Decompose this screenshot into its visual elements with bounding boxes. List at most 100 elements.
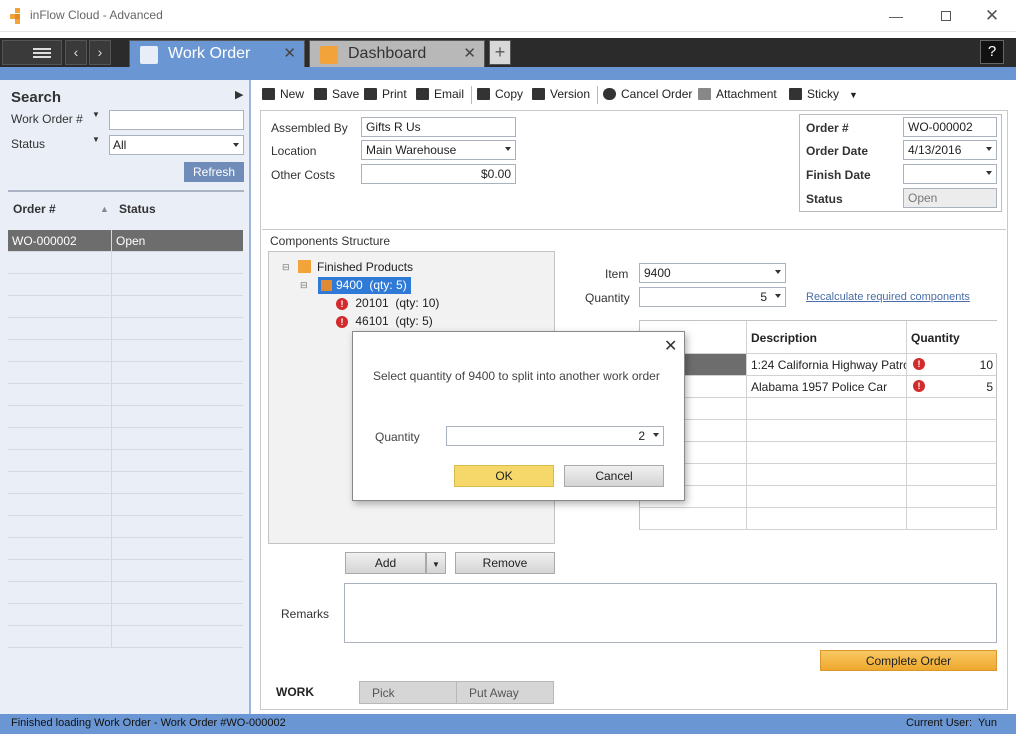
- tree-child[interactable]: ! 46101 (qty: 5): [336, 314, 433, 328]
- empty-cell: [8, 472, 112, 493]
- empty-table-row[interactable]: [640, 442, 997, 464]
- tree-item-selected[interactable]: 9400 (qty: 5): [318, 277, 411, 294]
- new-button[interactable]: New: [262, 87, 304, 101]
- complete-order-button[interactable]: Complete Order: [820, 650, 997, 671]
- item-label: Item: [605, 267, 629, 281]
- other-costs-field[interactable]: $0.00: [361, 164, 516, 184]
- empty-table-row[interactable]: [640, 398, 997, 420]
- forward-button[interactable]: ›: [89, 40, 111, 65]
- empty-table-row: [8, 362, 243, 384]
- version-button[interactable]: Version: [532, 87, 590, 101]
- assembled-by-label: Assembled By: [271, 121, 348, 135]
- table-row[interactable]: 1:24 California Highway Patrol! 10: [640, 354, 997, 376]
- empty-cell: [112, 626, 243, 647]
- inflow-logo-icon: [10, 8, 20, 24]
- error-icon: !: [336, 316, 348, 328]
- tab-put-away[interactable]: Put Away: [456, 681, 554, 704]
- collapse-arrow-icon[interactable]: ▶: [235, 88, 243, 101]
- ok-button[interactable]: OK: [454, 465, 554, 487]
- description-cell: [747, 486, 907, 507]
- order-date-picker[interactable]: 4/13/2016: [903, 140, 997, 160]
- cancel-order-button[interactable]: Cancel Order: [603, 87, 692, 101]
- tab-dashboard[interactable]: Dashboard ✕: [309, 40, 485, 67]
- tree-root[interactable]: Finished Products: [317, 260, 413, 274]
- chevron-down-icon: [505, 147, 511, 151]
- empty-table-row: [8, 560, 243, 582]
- chevron-down-icon: [775, 270, 781, 274]
- maximize-icon[interactable]: [936, 6, 956, 26]
- finish-date-picker[interactable]: [903, 164, 997, 184]
- add-button[interactable]: Add: [345, 552, 426, 574]
- empty-table-row[interactable]: [640, 464, 997, 486]
- empty-table-row[interactable]: [640, 486, 997, 508]
- refresh-button[interactable]: Refresh: [184, 162, 244, 182]
- empty-table-row: [8, 406, 243, 428]
- status-filter-select[interactable]: All: [109, 135, 244, 155]
- recalculate-link[interactable]: Recalculate required components: [806, 291, 970, 303]
- email-button[interactable]: Email: [416, 87, 464, 101]
- dialog-quantity-stepper[interactable]: 2: [446, 426, 664, 446]
- empty-cell: [112, 604, 243, 625]
- order-number-field[interactable]: WO-000002: [903, 117, 997, 137]
- empty-cell: [112, 560, 243, 581]
- close-tab-icon[interactable]: ✕: [283, 44, 296, 62]
- column-header-quantity[interactable]: Quantity: [907, 321, 997, 354]
- item-cell: [640, 508, 747, 529]
- copy-icon: [477, 88, 490, 100]
- location-value: Main Warehouse: [366, 143, 457, 157]
- quantity-stepper[interactable]: 5: [639, 287, 786, 307]
- work-order-search-input[interactable]: [109, 110, 244, 130]
- empty-table-row: [8, 450, 243, 472]
- main-menu-button[interactable]: [2, 40, 62, 65]
- add-dropdown-button[interactable]: ▼: [426, 552, 446, 574]
- filter-dropdown-icon[interactable]: ▼: [92, 110, 100, 119]
- close-dialog-icon[interactable]: ✕: [664, 336, 677, 356]
- close-tab-icon[interactable]: ✕: [463, 44, 476, 62]
- current-user-label: Current User:: [906, 717, 973, 729]
- empty-table-row: [8, 318, 243, 340]
- close-window-icon[interactable]: ✕: [982, 6, 1002, 26]
- tab-work[interactable]: WORK: [264, 681, 360, 704]
- collapse-icon[interactable]: ⊟: [300, 280, 308, 291]
- tab-pick[interactable]: Pick: [359, 681, 457, 704]
- sticky-label: Sticky: [807, 87, 840, 101]
- empty-cell: [112, 516, 243, 537]
- filter-dropdown-icon[interactable]: ▼: [92, 135, 100, 144]
- paperclip-icon: [698, 88, 711, 100]
- table-row[interactable]: Alabama 1957 Police Car! 5: [640, 376, 997, 398]
- table-row[interactable]: WO-000002 Open: [8, 230, 243, 252]
- print-button[interactable]: Print: [364, 87, 407, 101]
- quantity-cell: ! 10: [907, 354, 997, 375]
- empty-cell: [112, 406, 243, 427]
- minimize-icon[interactable]: —: [886, 6, 906, 26]
- tree-item-qty: (qty: 5): [369, 278, 407, 292]
- empty-table-row: [8, 582, 243, 604]
- new-tab-button[interactable]: +: [489, 40, 511, 65]
- quantity-value: 10: [979, 358, 993, 372]
- back-button[interactable]: ‹: [65, 40, 87, 65]
- title-bar: inFlow Cloud - Advanced — ✕: [0, 0, 1016, 32]
- column-header-description[interactable]: Description: [747, 321, 907, 354]
- column-header-status[interactable]: Status: [119, 202, 156, 216]
- empty-table-row[interactable]: [640, 508, 997, 530]
- copy-button[interactable]: Copy: [477, 87, 523, 101]
- remarks-textarea[interactable]: [344, 583, 997, 643]
- tree-child[interactable]: ! 20101 (qty: 10): [336, 296, 439, 310]
- assembled-by-field[interactable]: Gifts R Us: [361, 117, 516, 137]
- item-select[interactable]: 9400: [639, 263, 786, 283]
- remove-button[interactable]: Remove: [455, 552, 555, 574]
- work-order-icon: [140, 46, 158, 64]
- location-select[interactable]: Main Warehouse: [361, 140, 516, 160]
- cancel-button[interactable]: Cancel: [564, 465, 664, 487]
- collapse-icon[interactable]: ⊟: [282, 262, 290, 273]
- help-button[interactable]: ?: [980, 40, 1004, 64]
- empty-cell: [112, 450, 243, 471]
- plus-icon: +: [494, 42, 506, 62]
- empty-table-row[interactable]: [640, 420, 997, 442]
- status-bar: Finished loading Work Order - Work Order…: [0, 714, 1016, 734]
- sticky-button[interactable]: Sticky ▼: [789, 87, 858, 101]
- tab-work-order[interactable]: Work Order ✕: [129, 40, 305, 67]
- attachment-button[interactable]: Attachment: [698, 87, 777, 101]
- save-button[interactable]: Save: [314, 87, 359, 101]
- column-header-order[interactable]: Order #: [13, 202, 56, 216]
